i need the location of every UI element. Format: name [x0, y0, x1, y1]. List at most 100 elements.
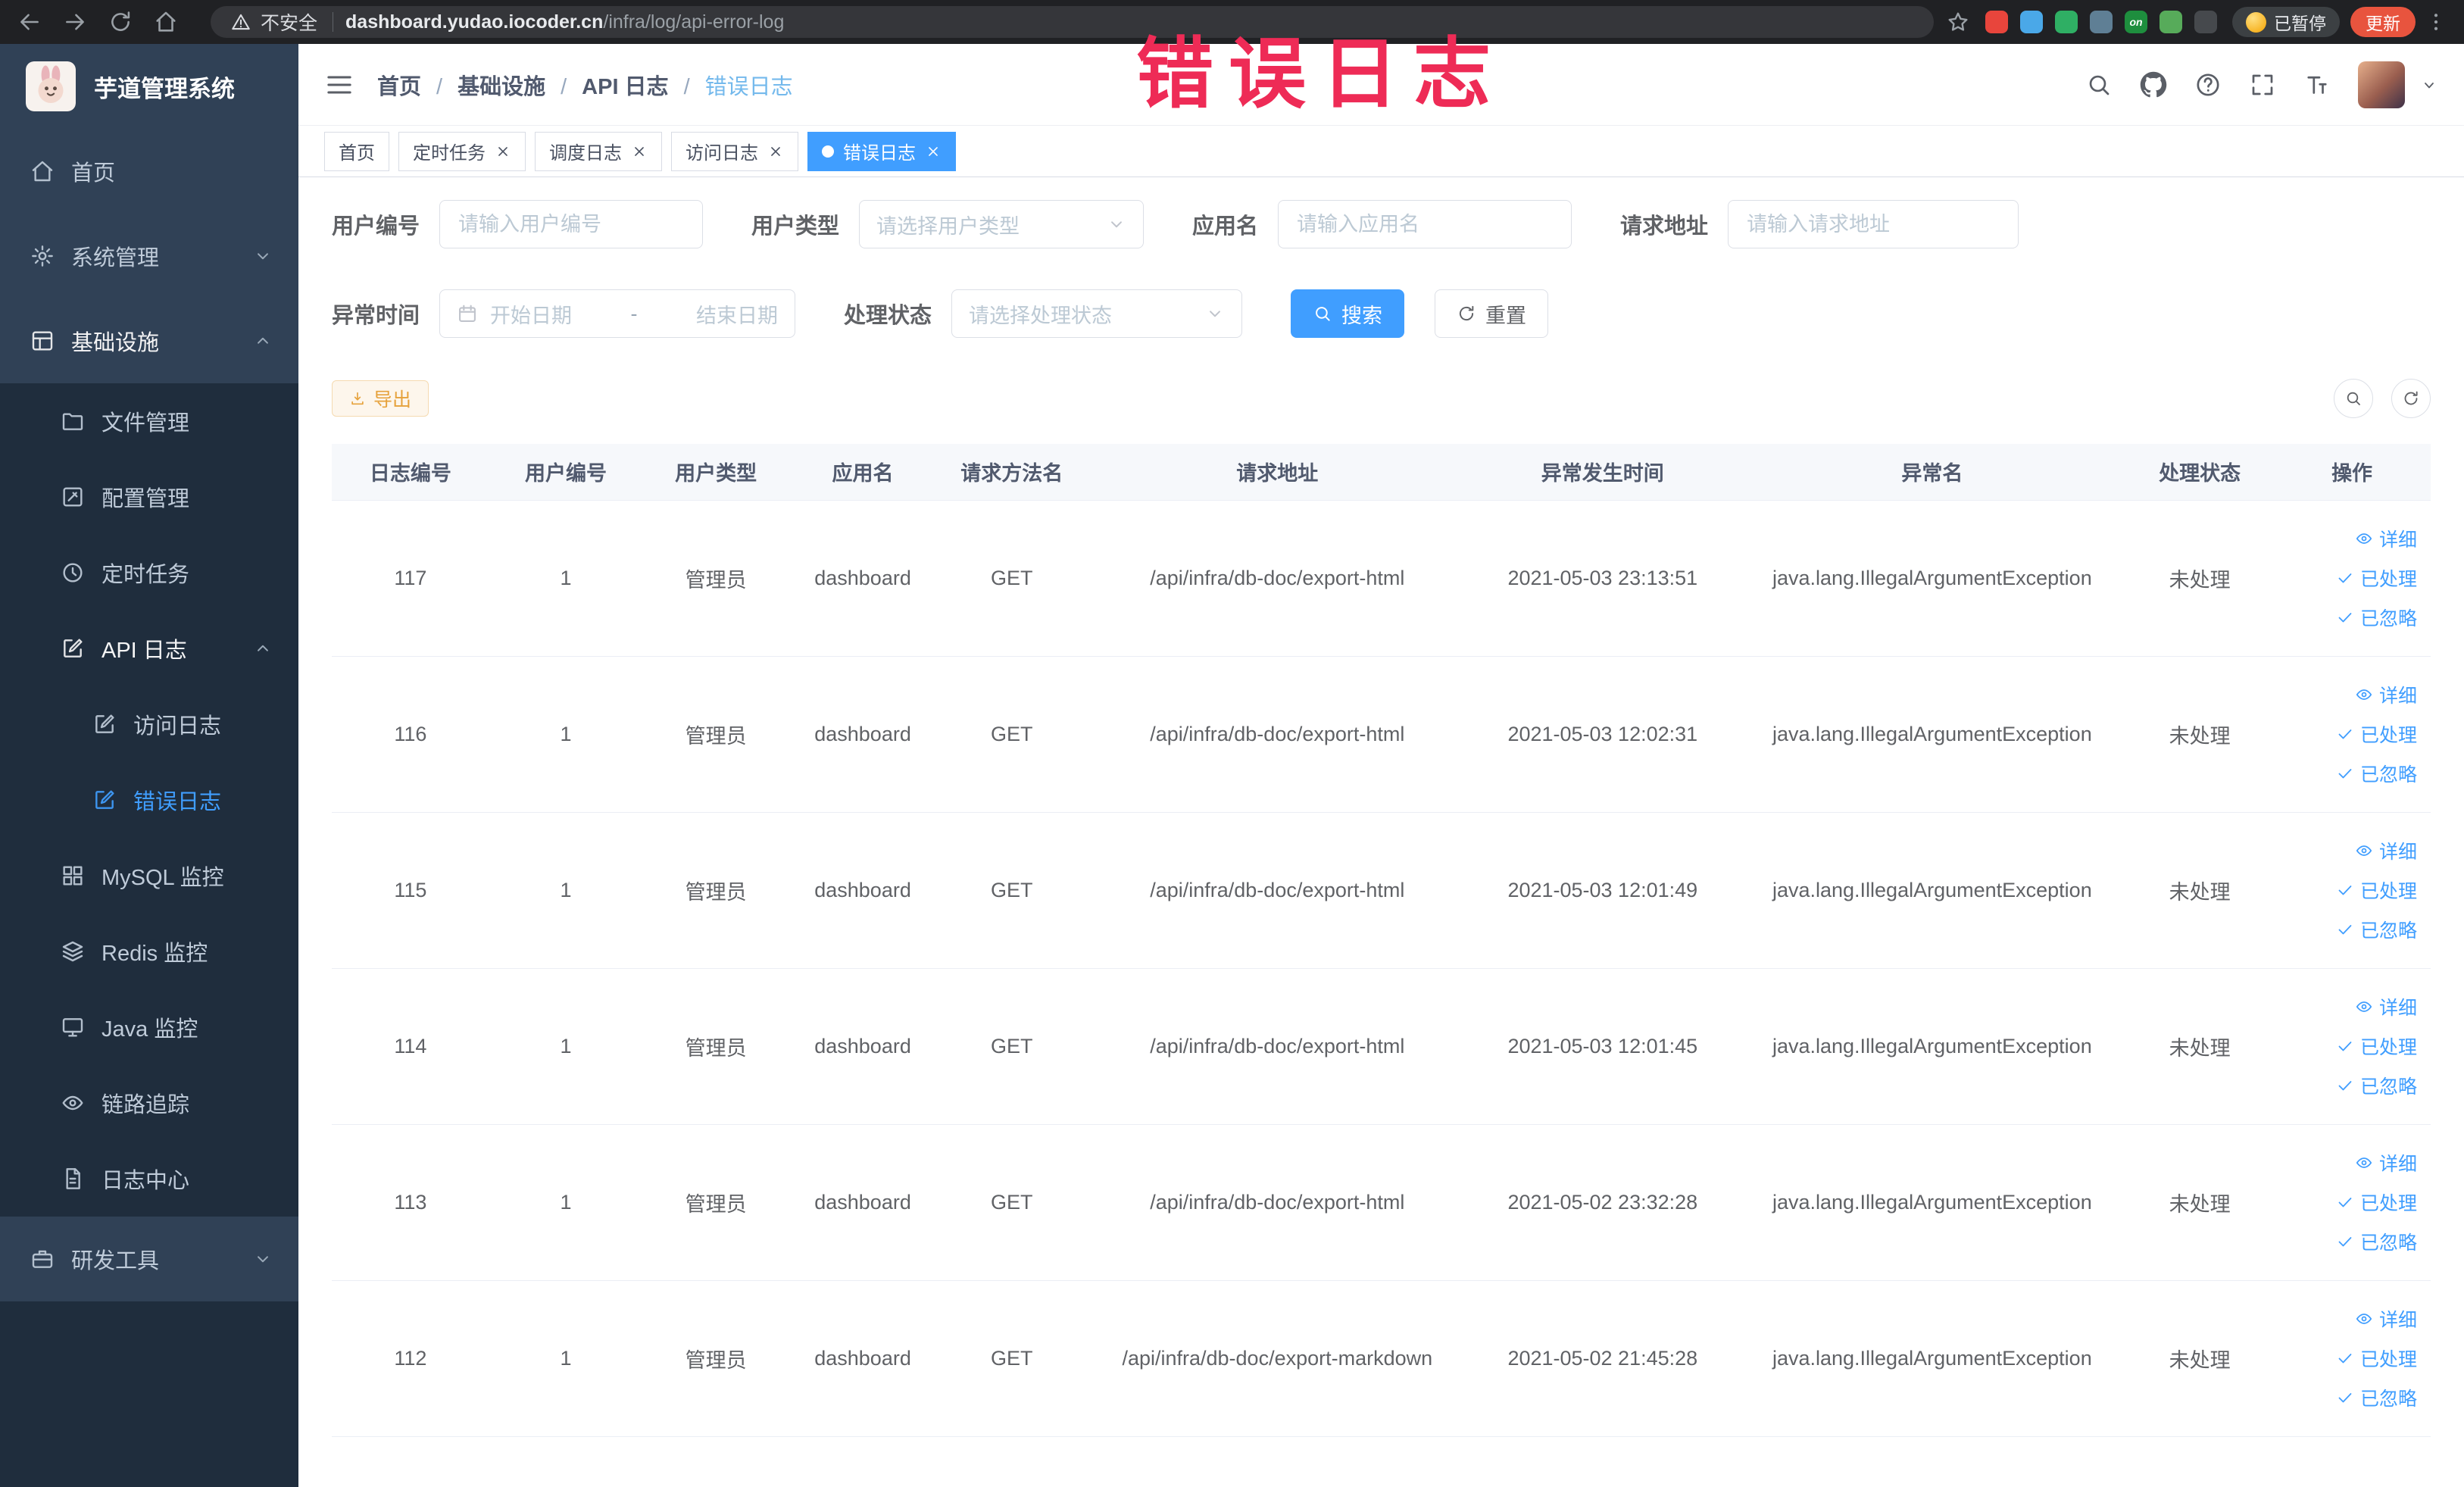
logo[interactable]: 芋道管理系统 [0, 44, 298, 129]
sidebar-item[interactable]: 文件管理 [0, 383, 298, 459]
processed-link[interactable]: 已处理 [2336, 1339, 2417, 1378]
sidebar-item[interactable]: MySQL 监控 [0, 838, 298, 914]
breadcrumb-item[interactable]: 首页 [377, 69, 421, 101]
sidebar-item[interactable]: API 日志 [0, 611, 298, 686]
bookmark-star-icon[interactable] [1946, 10, 1970, 34]
sidebar-item[interactable]: 日志中心 [0, 1141, 298, 1217]
sidebar-item[interactable]: 定时任务 [0, 535, 298, 611]
sidebar-item[interactable]: Java 监控 [0, 989, 298, 1065]
column-header: 异常名 [1738, 444, 2127, 501]
github-icon[interactable] [2140, 71, 2167, 98]
user-id-input[interactable] [439, 200, 704, 248]
tab[interactable]: 定时任务 [398, 131, 526, 171]
breadcrumb-item[interactable]: 基础设施 [421, 69, 545, 101]
menu-arrow-icon [253, 331, 273, 351]
check-icon [2336, 1076, 2354, 1095]
close-icon[interactable] [631, 143, 648, 160]
sidebar-item[interactable]: 研发工具 [0, 1217, 298, 1301]
search-button[interactable]: 搜索 [1291, 289, 1405, 338]
cell-actions: 详细 已处理 已忽略 [2273, 968, 2431, 1125]
processed-link[interactable]: 已处理 [2336, 870, 2417, 910]
forward-icon[interactable] [62, 9, 88, 35]
cell-user-id: 1 [489, 656, 643, 813]
url-path: /infra/log/api-error-log [603, 11, 785, 33]
browser-update-button[interactable]: 更新 [2350, 7, 2416, 37]
user-type-select[interactable]: 请选择用户类型 [859, 200, 1145, 248]
cell-log-id: 114 [332, 968, 489, 1125]
sidebar-item[interactable]: 链路追踪 [0, 1065, 298, 1141]
sidebar-item[interactable]: 错误日志 [0, 762, 298, 838]
browser-home-icon[interactable] [153, 9, 179, 35]
sidebar-item[interactable]: 系统管理 [0, 214, 298, 298]
cell-user-type: 管理员 [642, 1280, 790, 1437]
caret-down-icon[interactable] [2420, 76, 2438, 94]
tab[interactable]: 访问日志 [671, 131, 798, 171]
request-url-input[interactable] [1728, 200, 2019, 248]
sidebar-item[interactable]: Redis 监控 [0, 914, 298, 989]
menu-icon [30, 159, 55, 183]
paused-badge[interactable]: 已暂停 [2232, 7, 2340, 37]
fullscreen-icon[interactable] [2249, 71, 2276, 98]
date-range-picker[interactable]: 开始日期 - 结束日期 [439, 289, 796, 338]
cell-app-name: dashboard [789, 1124, 937, 1281]
detail-link[interactable]: 详细 [2355, 1299, 2417, 1339]
ignored-link[interactable]: 已忽略 [2336, 598, 2417, 637]
font-size-icon[interactable] [2303, 71, 2331, 98]
ignored-link[interactable]: 已忽略 [2336, 910, 2417, 949]
extension-icon[interactable] [2020, 11, 2043, 33]
extension-icon[interactable] [2160, 11, 2182, 33]
detail-link[interactable]: 详细 [2355, 831, 2417, 870]
tab[interactable]: 错误日志 [807, 131, 956, 171]
app-name-input[interactable] [1278, 200, 1572, 248]
extension-icon[interactable] [2194, 11, 2217, 33]
reload-icon[interactable] [108, 9, 133, 35]
close-icon[interactable] [495, 143, 511, 160]
extension-icon[interactable] [2090, 11, 2113, 33]
detail-link[interactable]: 详细 [2355, 987, 2417, 1026]
processed-link[interactable]: 已处理 [2336, 1182, 2417, 1222]
avatar[interactable] [2358, 61, 2405, 108]
close-icon[interactable] [767, 143, 784, 160]
breadcrumb-item[interactable]: 错误日志 [669, 69, 793, 101]
detail-link[interactable]: 详细 [2355, 1143, 2417, 1182]
menu-icon [92, 788, 117, 812]
browser-menu-icon[interactable] [2425, 11, 2447, 33]
address-bar[interactable]: 不安全 dashboard.yudao.iocoder.cn /infra/lo… [211, 6, 1934, 38]
back-icon[interactable] [17, 9, 42, 35]
search-toggle-button[interactable] [2334, 379, 2373, 418]
sidebar-item[interactable]: 基础设施 [0, 298, 298, 383]
sidebar-item[interactable]: 配置管理 [0, 459, 298, 535]
processed-link[interactable]: 已处理 [2336, 558, 2417, 598]
help-icon[interactable] [2194, 71, 2222, 98]
tab[interactable]: 调度日志 [535, 131, 662, 171]
column-header: 应用名 [789, 444, 937, 501]
refresh-button[interactable] [2391, 379, 2431, 418]
ignored-link[interactable]: 已忽略 [2336, 1066, 2417, 1105]
eye-icon [2355, 686, 2373, 704]
ignored-link[interactable]: 已忽略 [2336, 1378, 2417, 1417]
process-status-select[interactable]: 请选择处理状态 [951, 289, 1243, 338]
refresh-icon [2402, 389, 2420, 408]
hamburger-icon[interactable] [324, 70, 354, 100]
ignored-link[interactable]: 已忽略 [2336, 1222, 2417, 1261]
detail-link[interactable]: 详细 [2355, 519, 2417, 558]
extension-icon[interactable] [2055, 11, 2078, 33]
reset-button[interactable]: 重置 [1435, 289, 1549, 338]
processed-link[interactable]: 已处理 [2336, 714, 2417, 754]
export-button[interactable]: 导出 [332, 380, 429, 417]
search-icon[interactable] [2085, 71, 2113, 98]
sidebar-item[interactable]: 首页 [0, 129, 298, 214]
menu-icon [61, 864, 85, 888]
ignored-link[interactable]: 已忽略 [2336, 754, 2417, 793]
close-icon[interactable] [925, 143, 942, 160]
extension-icon[interactable]: on [2125, 11, 2147, 33]
tab[interactable]: 首页 [324, 131, 389, 171]
menu-icon [61, 561, 85, 585]
download-icon [349, 390, 366, 407]
processed-link[interactable]: 已处理 [2336, 1026, 2417, 1066]
sidebar-item[interactable]: 访问日志 [0, 686, 298, 762]
breadcrumb-item[interactable]: API 日志 [545, 69, 668, 101]
cell-time: 2021-05-03 12:02:31 [1467, 656, 1738, 813]
extension-icon[interactable] [1985, 11, 2008, 33]
detail-link[interactable]: 详细 [2355, 675, 2417, 714]
